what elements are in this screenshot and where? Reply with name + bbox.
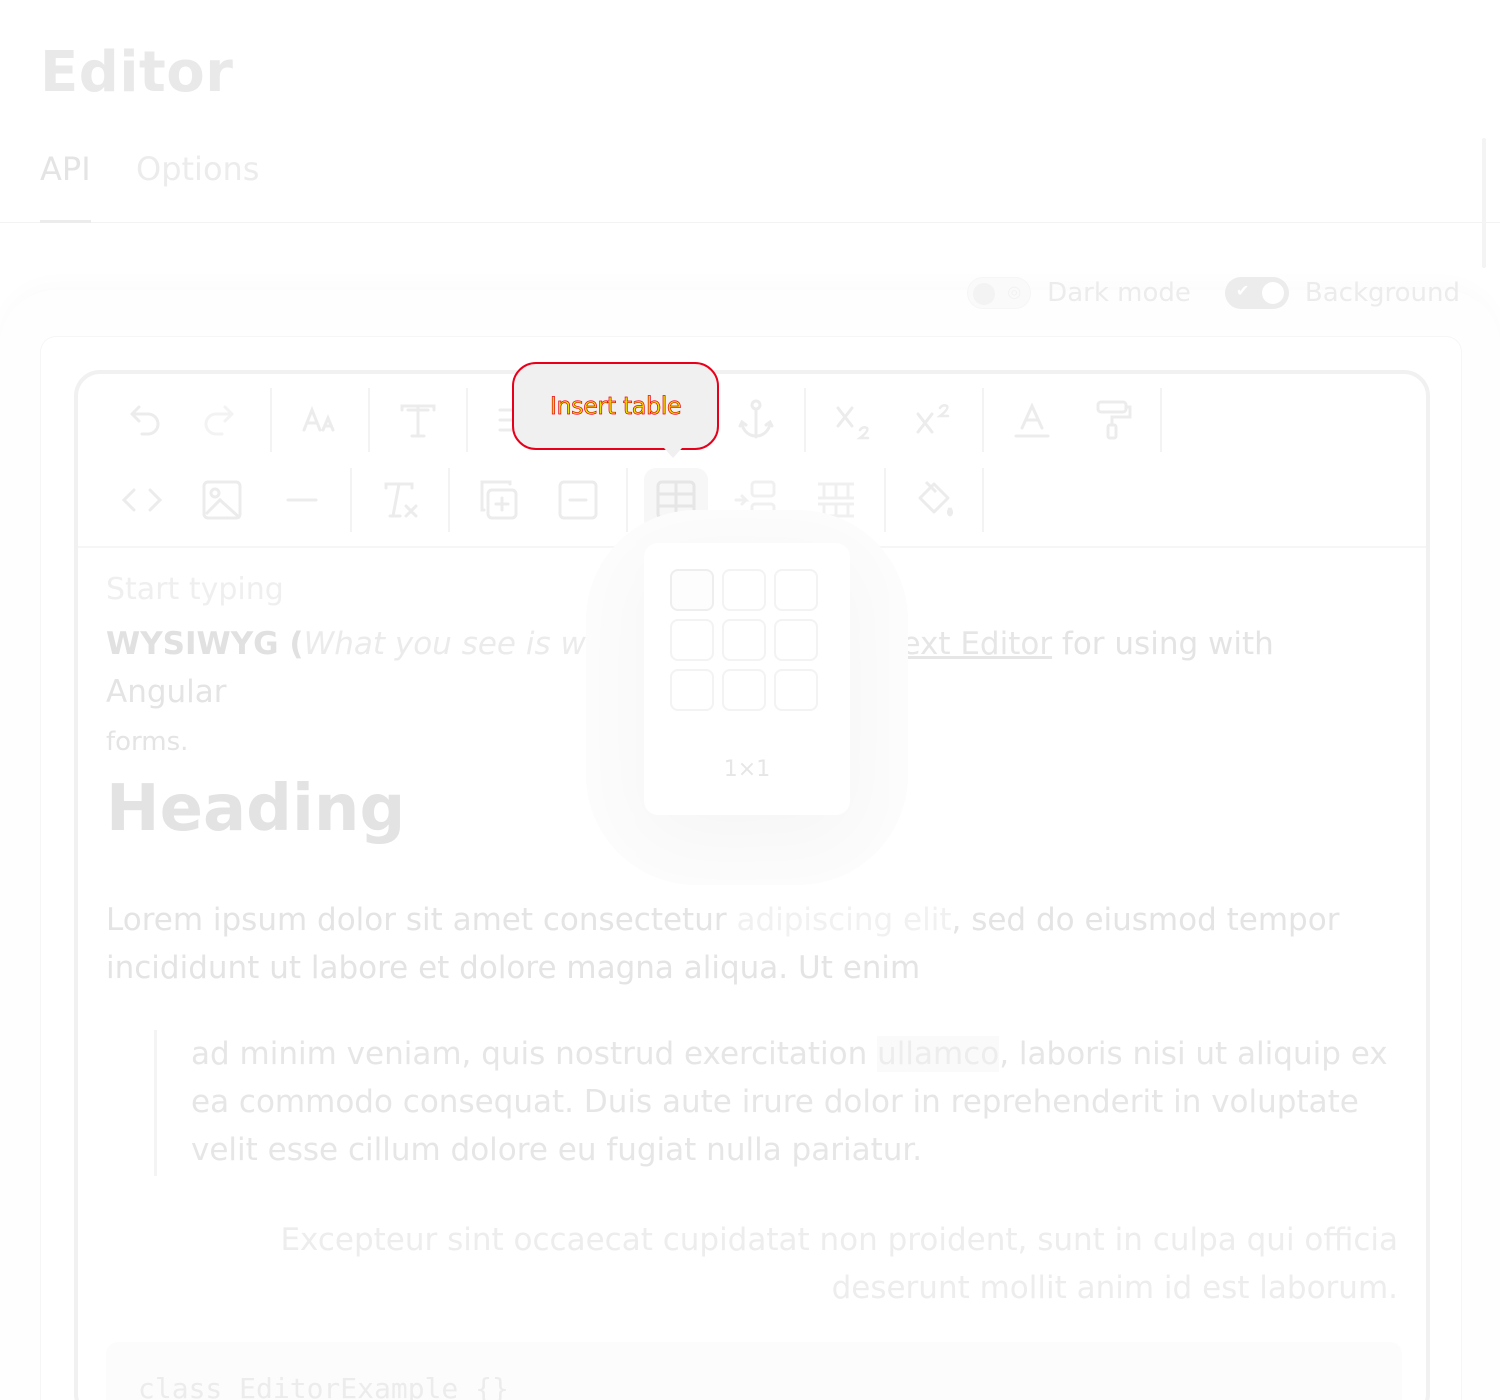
grid-cell-3-1[interactable] xyxy=(670,669,714,711)
code-button[interactable] xyxy=(102,468,182,532)
grid-cell-2-1[interactable] xyxy=(670,619,714,661)
toolbar-separator xyxy=(1160,388,1162,452)
horizontal-rule-button[interactable] xyxy=(262,468,342,532)
intro-link[interactable]: Text Editor xyxy=(888,626,1052,662)
code-block[interactable]: class EditorExample {} xyxy=(106,1342,1402,1400)
grid-cell-1-3[interactable] xyxy=(774,569,818,611)
text-style-button[interactable] xyxy=(378,388,458,452)
clear-format-icon xyxy=(384,482,418,518)
toolbar-separator xyxy=(626,468,628,532)
merge-cells-button[interactable] xyxy=(458,468,538,532)
toggle-knob xyxy=(1261,282,1284,304)
redo-icon xyxy=(204,405,234,436)
tooltip-text: Insert table xyxy=(549,392,682,421)
subscript-button[interactable] xyxy=(814,388,894,452)
grid-cell-1-2[interactable] xyxy=(722,569,766,611)
intro-tail: forms. xyxy=(106,727,189,757)
clear-format-button[interactable] xyxy=(360,468,440,532)
toolbar-separator xyxy=(982,468,984,532)
remove-cells-icon xyxy=(558,480,598,520)
background-toggle[interactable]: ✔ xyxy=(1224,277,1289,309)
dark-mode-label: Dark mode xyxy=(1047,278,1191,308)
text-color-button[interactable] xyxy=(992,388,1072,452)
format-painter-button[interactable] xyxy=(1072,388,1152,452)
moon-icon: ◎ xyxy=(1007,282,1022,301)
grid-cell-1-1[interactable] xyxy=(670,569,714,611)
image-button[interactable] xyxy=(182,468,262,532)
superscript-icon xyxy=(916,404,950,434)
insert-table-tooltip: Insert table xyxy=(512,362,719,458)
content-heading[interactable]: Heading xyxy=(106,772,405,846)
anchor-icon xyxy=(738,399,774,439)
background-label: Background xyxy=(1304,278,1460,308)
text-color-icon xyxy=(1014,402,1050,438)
editor-placeholder: Start typing xyxy=(106,572,284,607)
toolbar-separator xyxy=(982,388,984,452)
font-size-button[interactable] xyxy=(280,388,360,452)
cell-color-icon xyxy=(918,480,953,517)
toggle-knob xyxy=(973,283,996,305)
cell-color-button[interactable] xyxy=(894,468,974,532)
subscript-icon xyxy=(836,406,870,440)
toolbar-separator xyxy=(448,468,450,532)
font-size-icon xyxy=(302,405,335,432)
intro-bold: WYSIWYG xyxy=(106,626,279,662)
table-size-label: 1×1 xyxy=(723,757,771,782)
text-style-icon xyxy=(400,404,436,438)
content-paragraph[interactable]: Lorem ipsum dolor sit amet consectetur a… xyxy=(106,896,1396,992)
blockquote[interactable]: ad minim veniam, quis nostrud exercitati… xyxy=(154,1030,1396,1176)
redo-button[interactable] xyxy=(182,388,262,452)
grid-cell-2-2[interactable] xyxy=(722,619,766,661)
grid-cell-3-3[interactable] xyxy=(774,669,818,711)
intro-paren: ( xyxy=(278,626,304,662)
code-text: class EditorExample {} xyxy=(138,1372,509,1400)
undo-icon xyxy=(130,405,160,436)
check-icon: ✔ xyxy=(1235,281,1250,300)
demo-toggles: ◎ Dark mode ✔ Background xyxy=(967,276,1460,310)
toolbar-separator xyxy=(804,388,806,452)
toolbar-separator xyxy=(466,388,468,452)
right-aligned-paragraph[interactable]: Excepteur sint occaecat cupidatat non pr… xyxy=(150,1216,1398,1312)
toolbar-separator xyxy=(368,388,370,452)
scrollbar[interactable] xyxy=(1482,138,1486,268)
quote-mark: ullamco xyxy=(877,1036,1000,1072)
horizontal-rule-icon xyxy=(286,498,318,502)
code-icon xyxy=(121,488,163,512)
image-icon xyxy=(202,480,242,520)
remove-cells-button[interactable] xyxy=(538,468,618,532)
superscript-button[interactable] xyxy=(894,388,974,452)
toolbar-separator xyxy=(884,468,886,532)
tab-api[interactable]: API xyxy=(40,150,91,223)
toolbar-separator xyxy=(350,468,352,532)
table-size-picker: 1×1 xyxy=(644,543,850,815)
grid-cell-2-3[interactable] xyxy=(774,619,818,661)
tab-bar: API Options xyxy=(0,130,1500,223)
merge-cells-icon xyxy=(480,480,518,520)
dark-mode-toggle[interactable]: ◎ xyxy=(967,277,1032,309)
table-grid xyxy=(670,569,818,711)
paint-roller-icon xyxy=(1096,400,1132,440)
para-start: Lorem ipsum dolor sit amet consectetur xyxy=(106,902,737,938)
para-highlight: adipiscing elit xyxy=(736,902,952,938)
quote-start: ad minim veniam, quis nostrud exercitati… xyxy=(191,1036,878,1072)
undo-button[interactable] xyxy=(102,388,182,452)
page-title: Editor xyxy=(40,40,234,105)
tab-options[interactable]: Options xyxy=(136,150,259,220)
anchor-button[interactable] xyxy=(716,388,796,452)
grid-cell-3-2[interactable] xyxy=(722,669,766,711)
toolbar-separator xyxy=(270,388,272,452)
